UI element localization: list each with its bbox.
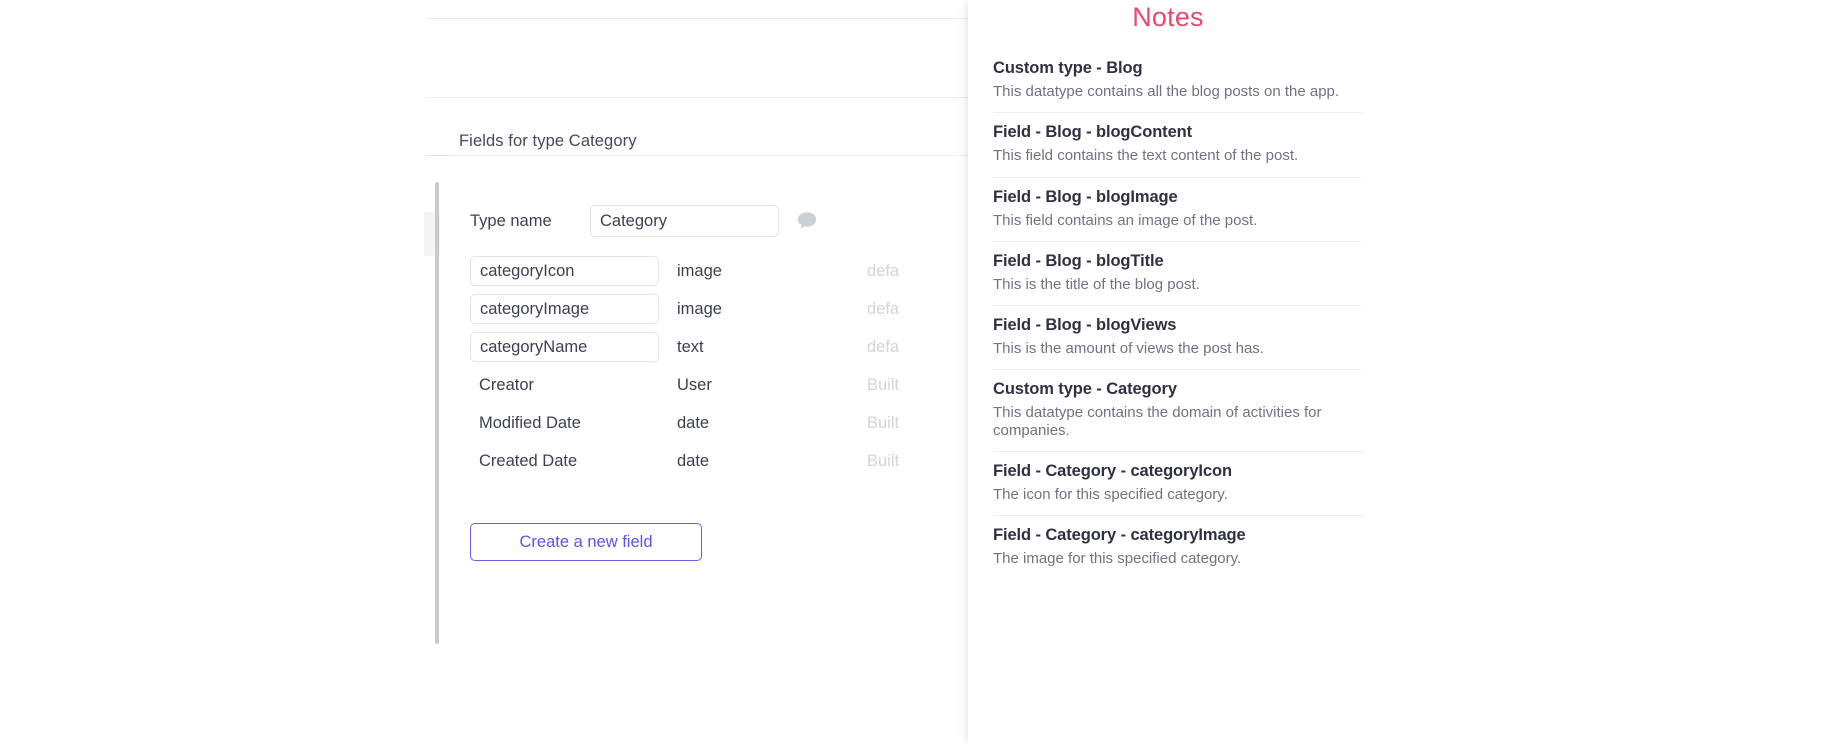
create-new-field-button[interactable]: Create a new field	[470, 523, 702, 561]
field-row: Created Date date Built	[470, 442, 899, 480]
divider-middle	[426, 97, 975, 98]
note-title: Field - Blog - blogImage	[993, 188, 1363, 207]
field-type-label: text	[677, 338, 867, 357]
field-name-label: Creator	[470, 376, 659, 395]
note-item[interactable]: Field - Blog - blogTitle This is the tit…	[993, 241, 1363, 305]
note-item[interactable]: Field - Blog - blogContent This field co…	[993, 112, 1363, 176]
note-description: This is the amount of views the post has…	[993, 340, 1363, 357]
note-description: This field contains an image of the post…	[993, 212, 1363, 229]
type-name-input[interactable]	[590, 205, 779, 237]
notes-list: Custom type - Blog This datatype contain…	[993, 53, 1363, 579]
note-description: The icon for this specified category.	[993, 486, 1363, 503]
note-item[interactable]: Custom type - Category This datatype con…	[993, 369, 1363, 451]
field-name-label: Created Date	[470, 452, 659, 471]
note-item[interactable]: Field - Category - categoryImage The ima…	[993, 515, 1363, 579]
field-extra-label: Built	[867, 376, 899, 395]
note-title: Field - Category - categoryIcon	[993, 462, 1363, 481]
notes-panel: Notes Custom type - Blog This datatype c…	[968, 0, 1830, 744]
note-title: Field - Blog - blogViews	[993, 316, 1363, 335]
field-row: Creator User Built	[470, 366, 899, 404]
field-extra-label: Built	[867, 414, 899, 433]
field-type-label: User	[677, 376, 867, 395]
field-name-input[interactable]	[470, 332, 659, 362]
divider-stub	[426, 155, 451, 156]
field-name-input[interactable]	[470, 256, 659, 286]
field-extra-label: Built	[867, 452, 899, 471]
field-row: text defa	[470, 328, 899, 366]
divider-top	[426, 18, 975, 19]
note-item[interactable]: Field - Blog - blogImage This field cont…	[993, 177, 1363, 241]
note-item[interactable]: Custom type - Blog This datatype contain…	[993, 53, 1363, 112]
note-title: Custom type - Blog	[993, 59, 1363, 78]
speech-bubble-icon[interactable]	[796, 211, 818, 231]
note-description: The image for this specified category.	[993, 550, 1363, 567]
field-type-label: image	[677, 262, 867, 281]
field-row: image defa	[470, 290, 899, 328]
type-name-label: Type name	[470, 212, 590, 231]
fields-section-header: Fields for type Category	[459, 132, 637, 151]
note-description: This datatype contains the domain of act…	[993, 404, 1363, 439]
divider-under-header	[426, 155, 975, 156]
field-group-bar[interactable]	[435, 182, 439, 644]
type-name-row: Type name	[470, 205, 818, 237]
data-type-editor-panel: Fields for type Category Type name image…	[0, 0, 975, 744]
note-title: Field - Category - categoryImage	[993, 526, 1363, 545]
note-title: Field - Blog - blogContent	[993, 123, 1363, 142]
field-type-label: date	[677, 414, 867, 433]
note-title: Field - Blog - blogTitle	[993, 252, 1363, 271]
notes-panel-title: Notes	[968, 2, 1368, 33]
note-item[interactable]: Field - Blog - blogViews This is the amo…	[993, 305, 1363, 369]
field-extra-label: defa	[867, 262, 899, 281]
field-type-label: image	[677, 300, 867, 319]
field-row: image defa	[470, 252, 899, 290]
field-type-label: date	[677, 452, 867, 471]
field-extra-label: defa	[867, 338, 899, 357]
field-row: Modified Date date Built	[470, 404, 899, 442]
note-item[interactable]: Field - Category - categoryIcon The icon…	[993, 451, 1363, 515]
note-description: This field contains the text content of …	[993, 147, 1363, 164]
note-description: This is the title of the blog post.	[993, 276, 1363, 293]
field-list: image defa image defa text defa Creator …	[470, 252, 899, 480]
field-extra-label: defa	[867, 300, 899, 319]
field-name-input[interactable]	[470, 294, 659, 324]
field-name-label: Modified Date	[470, 414, 659, 433]
note-description: This datatype contains all the blog post…	[993, 83, 1363, 100]
note-title: Custom type - Category	[993, 380, 1363, 399]
